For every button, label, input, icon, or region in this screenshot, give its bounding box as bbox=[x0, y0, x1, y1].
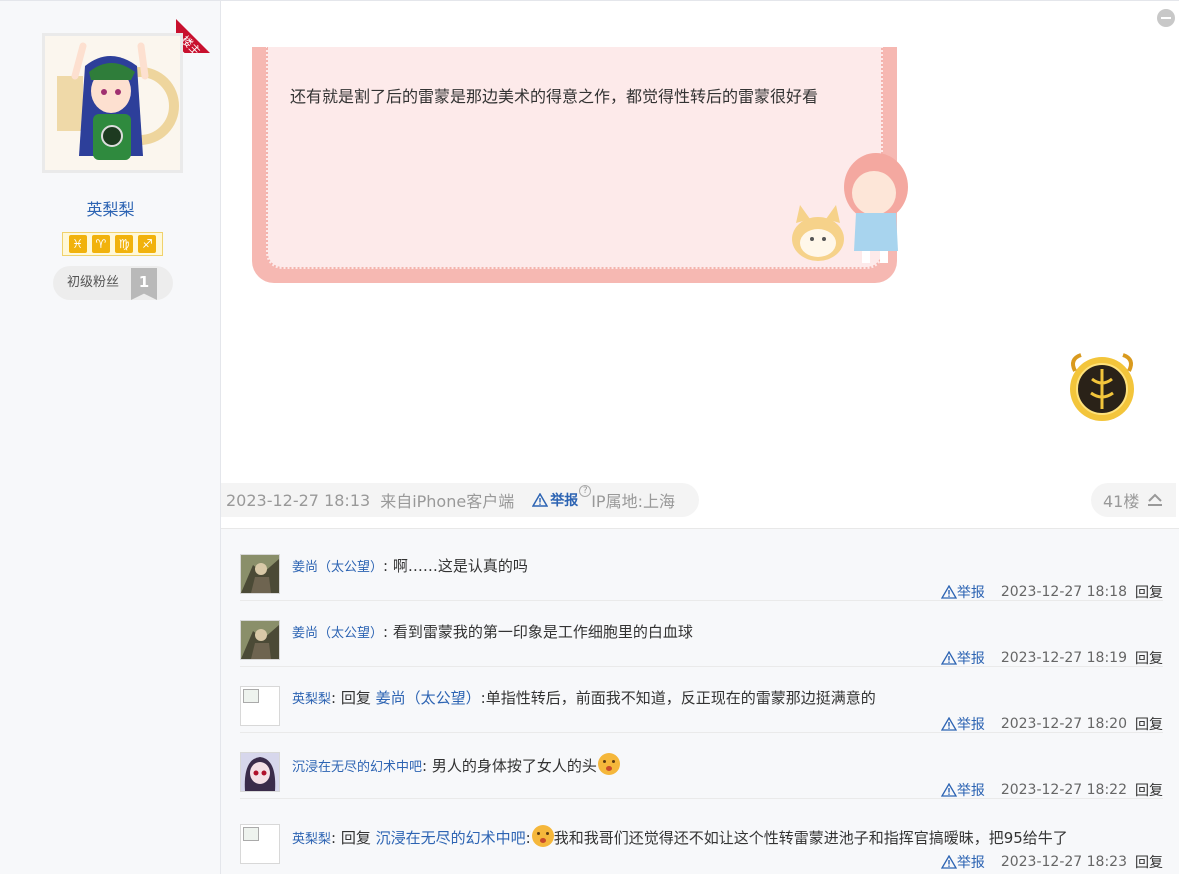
post-page: 楼主 英梨梨 ♓ ♈ ♍ ♐ 初级粉丝 1 还有就是割了后的雷蒙是那边美术的得意… bbox=[0, 0, 1179, 874]
reply-username[interactable]: 沉浸在无尽的幻术中吧 bbox=[292, 760, 422, 775]
reply-text: 看到雷蒙我的第一印象是工作细胞里的白血球 bbox=[392, 623, 693, 641]
reply-separator: : bbox=[383, 623, 393, 641]
reply-button[interactable]: 回复 bbox=[1135, 780, 1163, 800]
reply-time: 2023-12-27 18:19 bbox=[1000, 650, 1127, 666]
collapse-up-icon[interactable] bbox=[1147, 493, 1163, 507]
floor-number: 41楼 bbox=[1103, 492, 1140, 511]
reply-footer: 举报 2023-12-27 18:19 回复 bbox=[940, 648, 1163, 668]
reply-text: 男人的身体按了女人的头 bbox=[431, 757, 597, 775]
reply-footer: 举报 2023-12-27 18:20 回复 bbox=[940, 714, 1163, 734]
reply-content: 姜尚（太公望）: 看到雷蒙我的第一印象是工作细胞里的白血球 bbox=[292, 621, 693, 642]
reply-text: 啊……这是认真的吗 bbox=[392, 557, 528, 575]
help-icon[interactable]: ? bbox=[579, 485, 592, 497]
post-meta-bar: 2023-12-27 18:13 来自iPhone客户端 举报 ? IP属地:上… bbox=[221, 483, 699, 517]
reply-separator: : bbox=[422, 757, 432, 775]
ip-location: IP属地:上海 bbox=[591, 492, 675, 511]
reply-report-link[interactable]: 举报 bbox=[940, 852, 985, 872]
reply-avatar[interactable] bbox=[240, 752, 280, 792]
reply-avatar[interactable] bbox=[240, 620, 280, 660]
reply-content: 姜尚（太公望）: 啊……这是认真的吗 bbox=[292, 555, 528, 576]
bubble-character-decoration bbox=[792, 153, 908, 263]
post-bubble: 还有就是割了后的雷蒙是那边美术的得意之作，都觉得性转后的雷蒙很好看 bbox=[252, 47, 908, 283]
post-report-link[interactable]: 举报 bbox=[532, 490, 578, 510]
reply-ref-separator: : bbox=[525, 829, 531, 847]
reply-text: 我和我哥们还觉得还不如让这个性转雷蒙进池子和指挥官搞暧昧，把95给牛了 bbox=[553, 829, 1068, 847]
medal-icon bbox=[1070, 353, 1134, 421]
reply-username[interactable]: 姜尚（太公望） bbox=[292, 560, 383, 575]
reply-time: 2023-12-27 18:22 bbox=[1000, 782, 1127, 798]
emoji-icon bbox=[597, 753, 620, 775]
reply-text: 单指性转后，前面我不知道，反正现在的雷蒙那边挺满意的 bbox=[485, 689, 876, 707]
warning-icon bbox=[532, 493, 549, 507]
fan-level-label: 初级粉丝 bbox=[67, 275, 120, 290]
post-content: 还有就是割了后的雷蒙是那边美术的得意之作，都觉得性转后的雷蒙很好看 2023-1… bbox=[221, 0, 1179, 874]
warning-icon bbox=[940, 585, 957, 599]
reply-button[interactable]: 回复 bbox=[1135, 648, 1163, 668]
sign-virgo-icon[interactable]: ♍ bbox=[115, 235, 134, 253]
reply-report-link[interactable]: 举报 bbox=[940, 582, 985, 602]
reply-username[interactable]: 姜尚（太公望） bbox=[292, 626, 383, 641]
warning-icon bbox=[940, 717, 957, 731]
author-panel: 楼主 英梨梨 ♓ ♈ ♍ ♐ 初级粉丝 1 bbox=[0, 0, 222, 874]
reply-username[interactable]: 英梨梨 bbox=[292, 692, 331, 707]
reply-footer: 举报 2023-12-27 18:23 回复 bbox=[940, 852, 1163, 872]
reply-report-label: 举报 bbox=[956, 585, 985, 601]
sign-pisces-icon[interactable]: ♓ bbox=[68, 235, 87, 253]
reply-prefix: 回复 bbox=[340, 829, 371, 847]
reply-username[interactable]: 英梨梨 bbox=[292, 832, 331, 847]
reply-referenced-user[interactable]: 沉浸在无尽的幻术中吧 bbox=[376, 829, 526, 847]
warning-icon bbox=[940, 651, 957, 665]
reply-item: 姜尚（太公望）: 啊……这是认真的吗 举报 2023-12-27 18:18 回… bbox=[240, 535, 1163, 601]
post-time: 2023-12-27 18:13 bbox=[226, 490, 371, 510]
reply-avatar[interactable] bbox=[240, 686, 280, 726]
reply-separator: : bbox=[383, 557, 393, 575]
post-source: 来自iPhone客户端 bbox=[380, 492, 515, 511]
reply-report-label: 举报 bbox=[956, 783, 985, 799]
post-text: 还有就是割了后的雷蒙是那边美术的得意之作，都觉得性转后的雷蒙很好看 bbox=[290, 87, 819, 106]
reply-content: 沉浸在无尽的幻术中吧: 男人的身体按了女人的头 bbox=[292, 753, 620, 776]
floor-indicator[interactable]: 41楼 bbox=[1091, 483, 1176, 517]
reply-referenced-user[interactable]: 姜尚（太公望） bbox=[376, 689, 481, 707]
reply-button[interactable]: 回复 bbox=[1135, 852, 1163, 872]
reply-item: 沉浸在无尽的幻术中吧: 男人的身体按了女人的头 举报 2023-12-27 18… bbox=[240, 733, 1163, 799]
reply-prefix: 回复 bbox=[340, 689, 371, 707]
author-avatar[interactable] bbox=[42, 33, 183, 173]
broken-image-icon bbox=[241, 825, 279, 863]
reply-button[interactable]: 回复 bbox=[1135, 714, 1163, 734]
reply-report-label: 举报 bbox=[956, 855, 985, 871]
reply-separator: : bbox=[331, 689, 341, 707]
reply-item: 英梨梨: 回复 姜尚（太公望）:单指性转后，前面我不知道，反正现在的雷蒙那边挺满… bbox=[240, 667, 1163, 733]
post-bubble-inner: 还有就是割了后的雷蒙是那边美术的得意之作，都觉得性转后的雷蒙很好看 bbox=[266, 47, 908, 269]
collapse-icon[interactable] bbox=[1157, 9, 1175, 27]
reply-time: 2023-12-27 18:20 bbox=[1000, 716, 1127, 732]
warning-icon bbox=[940, 783, 957, 797]
author-name-link[interactable]: 英梨梨 bbox=[0, 196, 221, 220]
reply-footer: 举报 2023-12-27 18:18 回复 bbox=[940, 582, 1163, 602]
reply-button[interactable]: 回复 bbox=[1135, 582, 1163, 602]
reply-report-link[interactable]: 举报 bbox=[940, 648, 985, 668]
sign-aries-icon[interactable]: ♈ bbox=[91, 235, 110, 253]
reply-content: 英梨梨: 回复 沉浸在无尽的幻术中吧: 我和我哥们还觉得还不如让这个性转雷蒙进池子… bbox=[292, 825, 1068, 848]
reply-avatar[interactable] bbox=[240, 554, 280, 594]
reply-report-link[interactable]: 举报 bbox=[940, 714, 985, 734]
broken-image-icon bbox=[241, 687, 279, 725]
reply-report-label: 举报 bbox=[956, 651, 985, 667]
reply-item: 英梨梨: 回复 沉浸在无尽的幻术中吧: 我和我哥们还觉得还不如让这个性转雷蒙进池子… bbox=[240, 805, 1163, 871]
reply-item: 姜尚（太公望）: 看到雷蒙我的第一印象是工作细胞里的白血球 举报 2023-12… bbox=[240, 601, 1163, 667]
emoji-icon bbox=[531, 825, 554, 847]
reply-time: 2023-12-27 18:18 bbox=[1000, 584, 1127, 600]
post-report-label: 举报 bbox=[550, 493, 579, 509]
reply-avatar[interactable] bbox=[240, 824, 280, 864]
author-sign-icons: ♓ ♈ ♍ ♐ bbox=[62, 232, 163, 256]
reply-report-link[interactable]: 举报 bbox=[940, 780, 985, 800]
reply-time: 2023-12-27 18:23 bbox=[1000, 854, 1127, 870]
reply-footer: 举报 2023-12-27 18:22 回复 bbox=[940, 780, 1163, 800]
reply-content: 英梨梨: 回复 姜尚（太公望）:单指性转后，前面我不知道，反正现在的雷蒙那边挺满… bbox=[292, 687, 876, 708]
warning-icon bbox=[940, 855, 957, 869]
reply-list: 姜尚（太公望）: 啊……这是认真的吗 举报 2023-12-27 18:18 回… bbox=[221, 528, 1179, 874]
reply-report-label: 举报 bbox=[956, 717, 985, 733]
reply-separator: : bbox=[331, 829, 341, 847]
sign-sagittarius-icon[interactable]: ♐ bbox=[138, 235, 157, 253]
